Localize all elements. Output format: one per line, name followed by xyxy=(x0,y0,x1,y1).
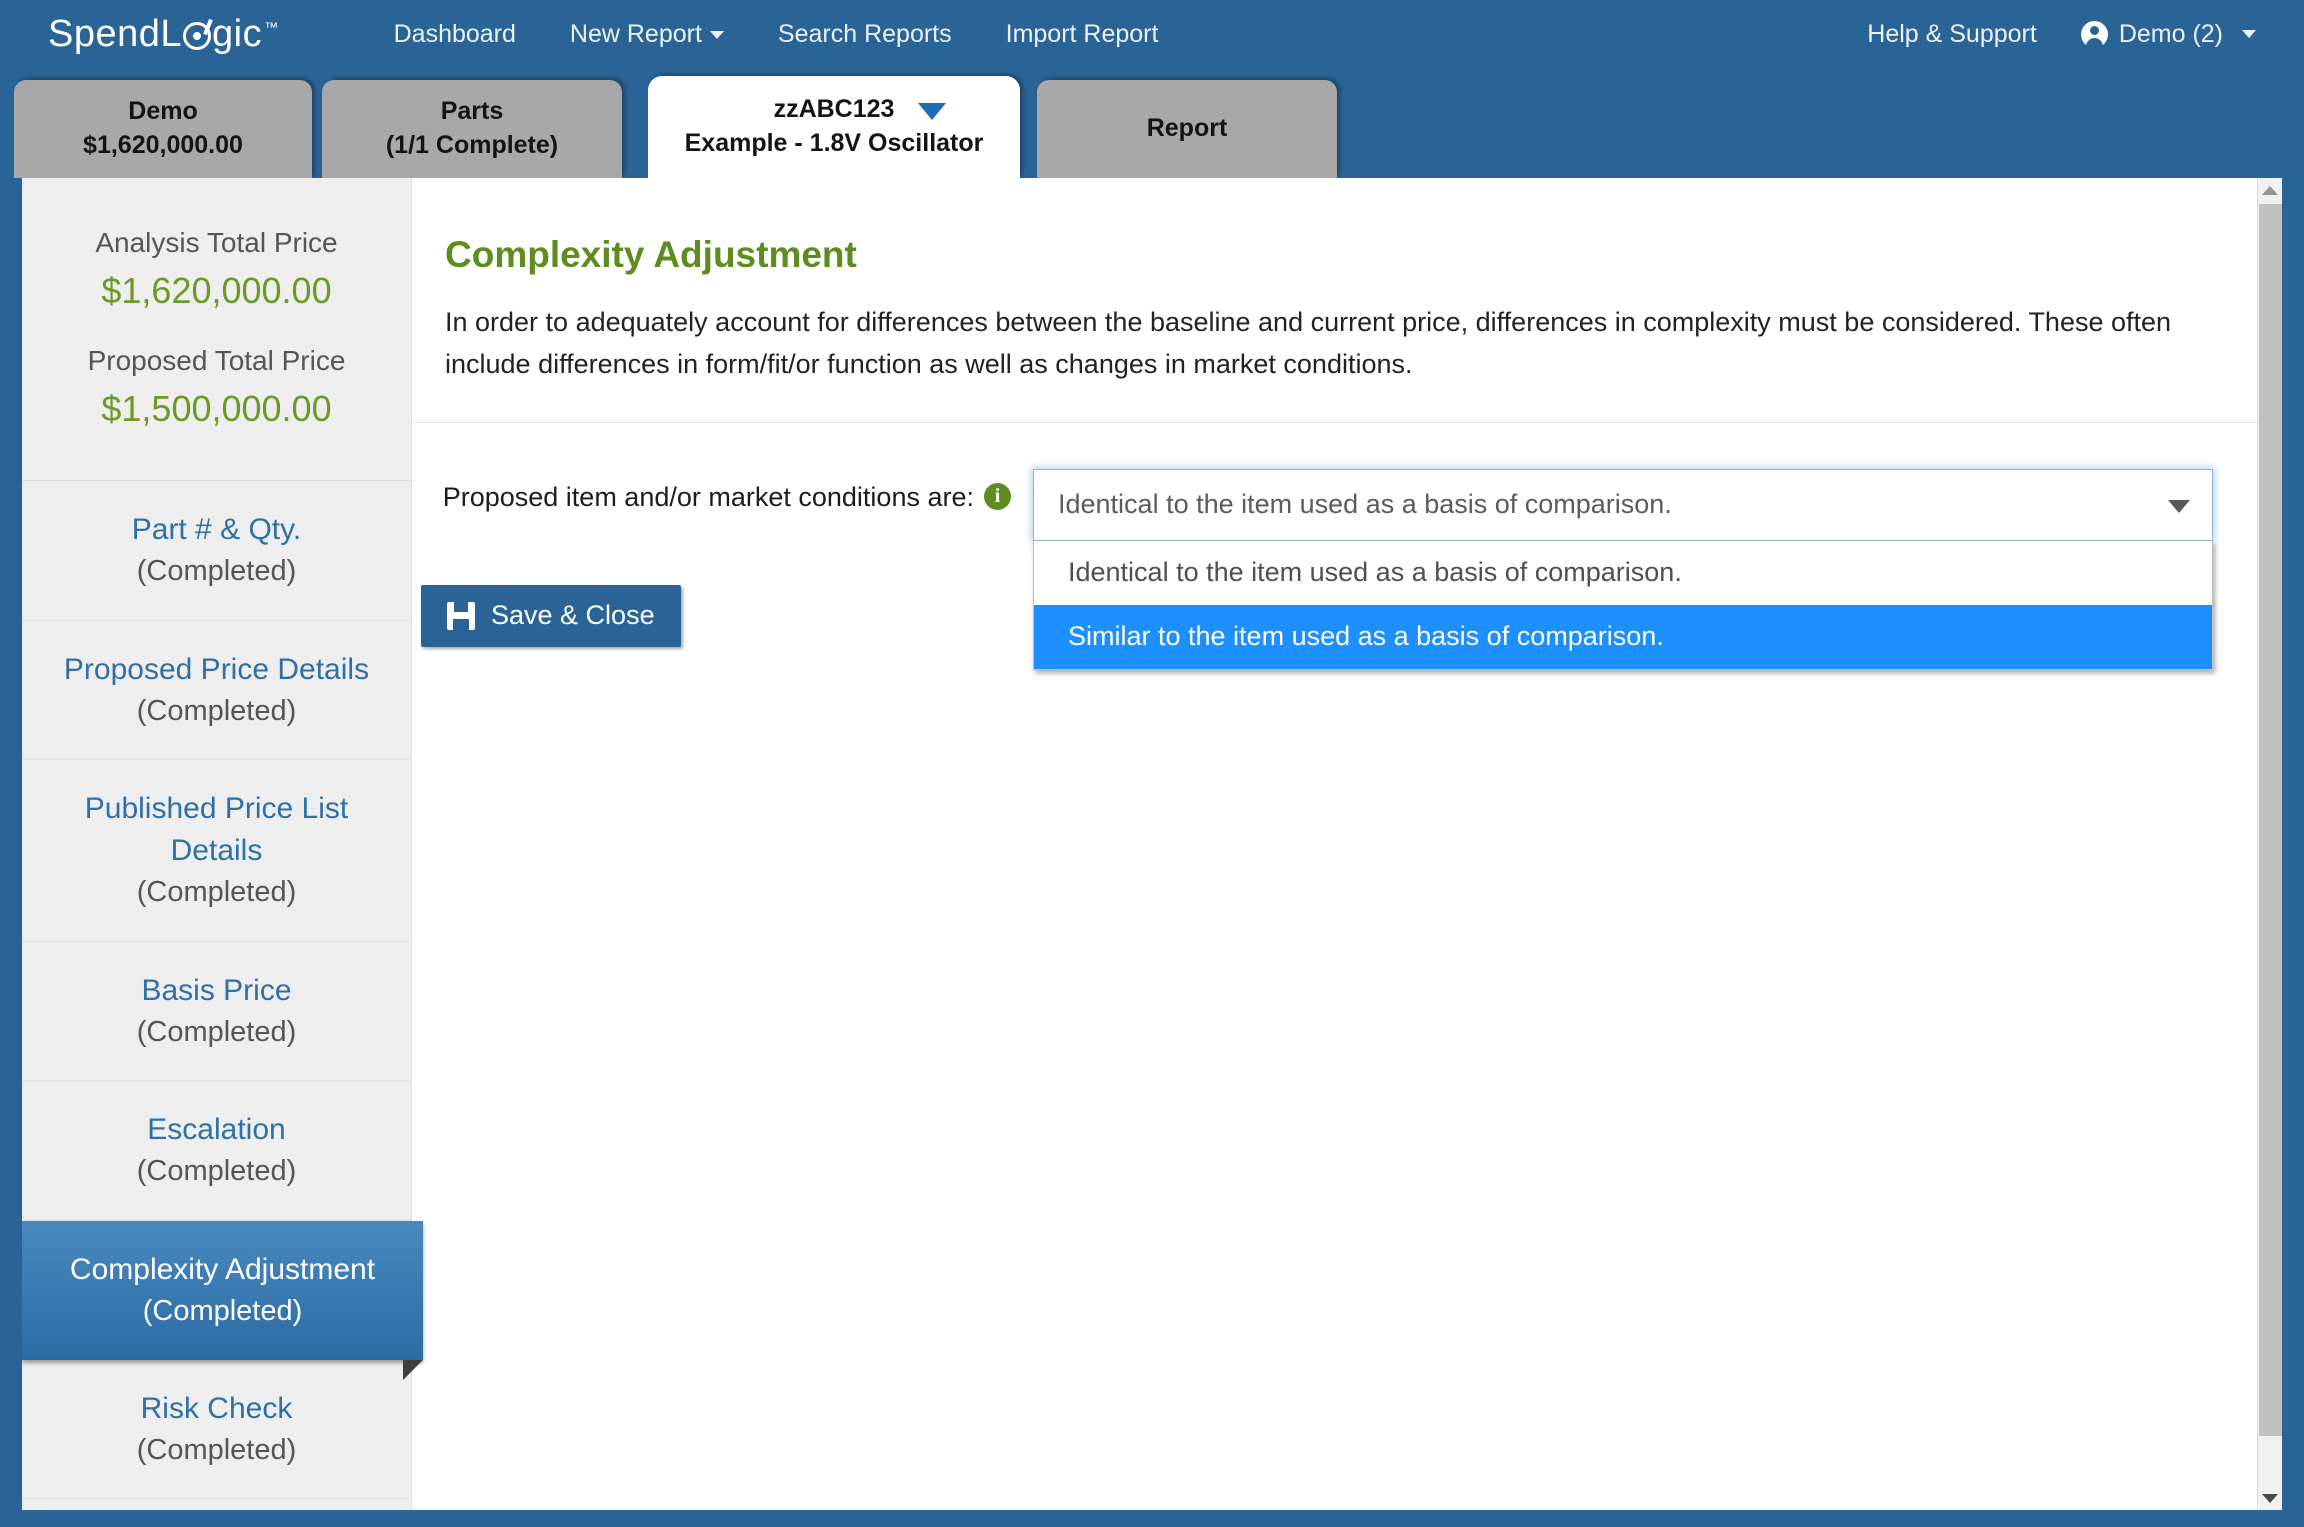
user-menu-label: Demo (2) xyxy=(2118,19,2223,48)
nav-item-search-reports[interactable]: Search Reports xyxy=(751,0,979,68)
proposed-total-price-label: Proposed Total Price xyxy=(87,345,346,376)
tab-dropdown-caret-icon[interactable] xyxy=(918,103,947,121)
spendlogic-logo[interactable]: Spend Lgic ™ xyxy=(48,13,279,56)
sidebar-price-summary: Analysis Total Price $1,620,000.00 Propo… xyxy=(22,178,411,481)
logo-trademark: ™ xyxy=(264,18,279,35)
proposed-total-price-value: $1,500,000.00 xyxy=(101,388,332,429)
sidebar-item-status: (Completed) xyxy=(136,694,297,727)
sidebar-item-label: Complexity Adjustment xyxy=(69,1252,376,1286)
complexity-select-value: Identical to the item used as a basis of… xyxy=(1058,489,1672,520)
scroll-up-button[interactable] xyxy=(2258,178,2282,202)
sidebar-item-complexity-adjustment[interactable]: Complexity Adjustment (Completed) xyxy=(22,1220,423,1380)
sidebar-item-label: Risk Check xyxy=(140,1391,293,1425)
scrollbar-thumb[interactable] xyxy=(2259,204,2282,1436)
nav-item-new-report[interactable]: New Report xyxy=(543,0,751,68)
tab-report[interactable]: Report xyxy=(1037,80,1337,178)
sidebar-item-label: Escalation xyxy=(147,1113,286,1147)
sidebar-item-status: (Completed) xyxy=(136,876,297,909)
logo-target-icon xyxy=(183,21,212,50)
tab-zzabc123-line2: Example - 1.8V Oscillator xyxy=(684,129,984,157)
chevron-down-icon xyxy=(2242,30,2256,38)
sidebar: Analysis Total Price $1,620,000.00 Propo… xyxy=(22,178,423,1510)
sidebar-item-label: Proposed Price Details xyxy=(63,652,370,686)
sidebar-item-status: (Completed) xyxy=(136,1015,297,1048)
page-description: In order to adequately account for diffe… xyxy=(445,307,2172,379)
sidebar-item-status: (Completed) xyxy=(142,1294,303,1327)
logo-text-part1: Spend xyxy=(48,12,161,55)
tab-parts-line1: Parts xyxy=(440,97,504,126)
sidebar-item-label: Part # & Qty. xyxy=(131,513,302,546)
analysis-total-price-label: Analysis Total Price xyxy=(95,227,338,258)
primary-nav-links: Dashboard New Report Search Reports Impo… xyxy=(367,0,1186,68)
bottom-bar xyxy=(0,1510,2304,1527)
logo-text-part3: gic xyxy=(212,12,263,55)
analysis-total-price-value: $1,620,000.00 xyxy=(101,270,332,311)
sidebar-item-status: (Completed) xyxy=(136,1155,297,1188)
tab-report-line1: Report xyxy=(1146,114,1228,143)
sidebar-item-published-price-list-details[interactable]: Published Price List Details (Completed) xyxy=(22,760,411,942)
nav-item-dashboard[interactable]: Dashboard xyxy=(367,0,543,68)
complexity-field-row: Proposed item and/or market conditions a… xyxy=(413,423,2257,670)
tab-demo-line2: $1,620,000.00 xyxy=(83,131,243,159)
tab-zzabc123-line1: zzABC123 xyxy=(773,93,947,127)
app-root: Spend Lgic ™ Dashboard New Report Search R… xyxy=(0,0,2304,1527)
vertical-scrollbar[interactable] xyxy=(2257,178,2282,1510)
complexity-option-similar[interactable]: Similar to the item used as a basis of c… xyxy=(1034,604,2212,669)
tab-zzabc123-part-number: zzABC123 xyxy=(773,95,895,124)
chevron-down-icon xyxy=(709,31,724,40)
arrow-up-icon xyxy=(2262,185,2278,195)
arrow-down-icon xyxy=(2262,1493,2278,1503)
report-tab-strip: Demo $1,620,000.00 Parts (1/1 Complete) … xyxy=(0,68,2304,178)
nav-item-help-support[interactable]: Help & Support xyxy=(1843,0,2061,68)
complexity-option-identical[interactable]: Identical to the item used as a basis of… xyxy=(1034,541,2212,605)
sidebar-item-proposed-price-details[interactable]: Proposed Price Details (Completed) xyxy=(22,621,411,761)
nav-item-import-report[interactable]: Import Report xyxy=(979,0,1186,68)
tab-parts[interactable]: Parts (1/1 Complete) xyxy=(322,80,622,178)
save-and-close-button[interactable]: Save & Close xyxy=(421,584,681,647)
scroll-down-button[interactable] xyxy=(2258,1486,2282,1510)
complexity-field-label-text: Proposed item and/or market conditions a… xyxy=(442,481,974,512)
main-panel: Complexity Adjustment In order to adequa… xyxy=(413,178,2257,1510)
chevron-down-icon xyxy=(2168,499,2190,513)
page-title: Complexity Adjustment xyxy=(445,234,857,275)
complexity-select-wrapper: Identical to the item used as a basis of… xyxy=(1033,468,2213,670)
save-disk-icon xyxy=(447,601,475,630)
sidebar-item-escalation[interactable]: Escalation (Completed) xyxy=(22,1081,411,1221)
tab-parts-line2: (1/1 Complete) xyxy=(385,131,559,159)
sidebar-item-label: Basis Price xyxy=(141,973,292,1007)
top-navigation-bar: Spend Lgic ™ Dashboard New Report Search R… xyxy=(0,0,2304,68)
tab-zzabc123[interactable]: zzABC123 Example - 1.8V Oscillator xyxy=(648,76,1020,178)
info-icon[interactable]: i xyxy=(984,483,1011,511)
sidebar-item-status: (Completed) xyxy=(136,555,297,587)
save-and-close-label: Save & Close xyxy=(491,600,655,631)
user-account-icon xyxy=(2080,20,2108,48)
content-shell: Analysis Total Price $1,620,000.00 Propo… xyxy=(22,178,2282,1510)
sidebar-item-label: Published Price List Details xyxy=(84,792,349,868)
complexity-field-label: Proposed item and/or market conditions a… xyxy=(413,469,1033,525)
sidebar-item-status: (Completed) xyxy=(136,1433,297,1466)
sidebar-item-risk-check[interactable]: Risk Check (Completed) xyxy=(22,1360,411,1500)
nav-item-new-report-label: New Report xyxy=(569,20,702,48)
tab-demo[interactable]: Demo $1,620,000.00 xyxy=(14,80,312,178)
user-menu[interactable]: Demo (2) xyxy=(2061,20,2270,49)
sidebar-item-part-qty[interactable]: Part # & Qty. (Completed) xyxy=(22,481,411,621)
complexity-select-dropdown-list: Identical to the item used as a basis of… xyxy=(1033,540,2213,670)
sidebar-item-basis-price[interactable]: Basis Price (Completed) xyxy=(22,942,411,1082)
logo-text-part2: L xyxy=(160,12,183,55)
tab-demo-line1: Demo xyxy=(128,97,198,126)
nav-right-group: Help & Support Demo (2) xyxy=(1843,0,2270,68)
complexity-select[interactable]: Identical to the item used as a basis of… xyxy=(1033,468,2213,541)
